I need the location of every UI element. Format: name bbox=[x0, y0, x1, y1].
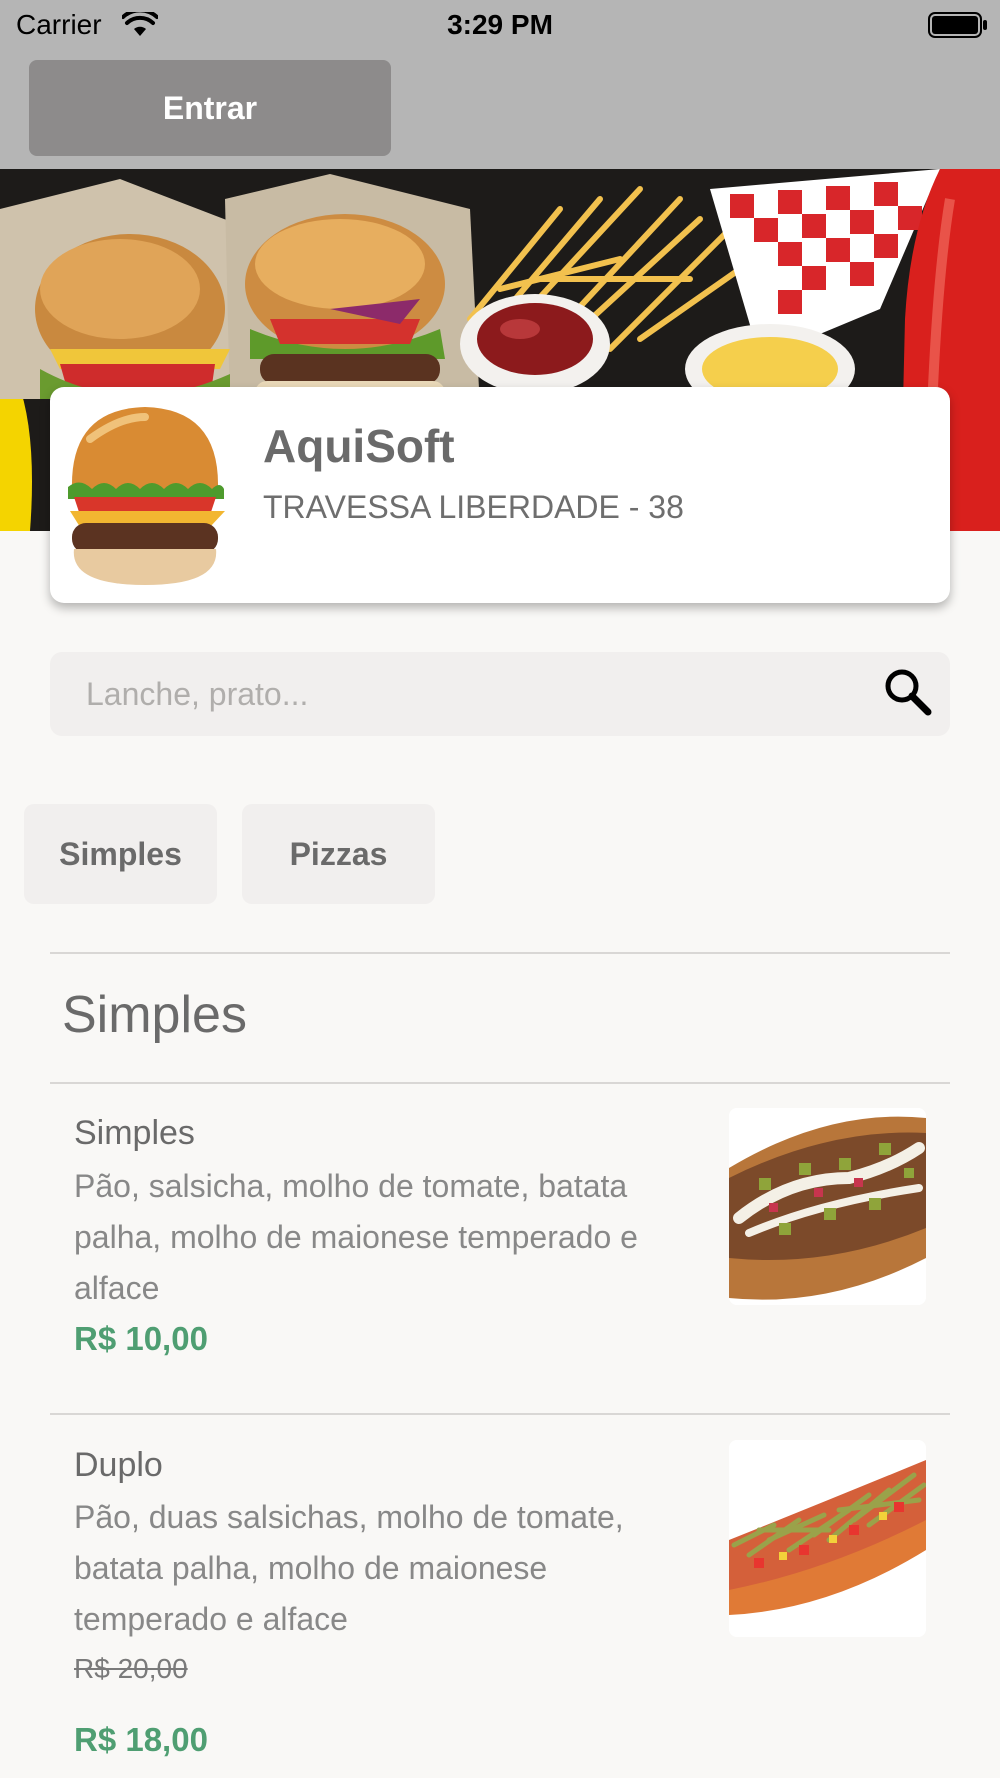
store-address: TRAVESSA LIBERDADE - 38 bbox=[263, 489, 684, 525]
divider bbox=[50, 952, 950, 954]
search-icon[interactable] bbox=[882, 666, 936, 720]
store-logo-burger-image bbox=[68, 407, 225, 585]
product-name: Simples bbox=[74, 1114, 195, 1152]
status-time: 3:29 PM bbox=[447, 9, 553, 40]
category-tab-pizzas[interactable]: Pizzas bbox=[242, 804, 435, 904]
product-old-price: R$ 20,00 bbox=[74, 1653, 188, 1684]
store-name: AquiSoft bbox=[263, 420, 455, 472]
status-bar: Carrier 3:29 PM bbox=[0, 0, 1000, 50]
search-input[interactable] bbox=[86, 652, 846, 736]
product-description: Pão, duas salsichas, molho de tomate, ba… bbox=[74, 1499, 624, 1637]
product-price: R$ 18,00 bbox=[74, 1721, 208, 1758]
section-title: Simples bbox=[62, 986, 247, 1044]
product-image-hotdog bbox=[729, 1108, 926, 1305]
product-name: Duplo bbox=[74, 1446, 163, 1484]
divider bbox=[50, 1413, 950, 1415]
divider bbox=[50, 1082, 950, 1084]
battery-icon bbox=[928, 12, 987, 38]
search-bar bbox=[50, 652, 950, 736]
login-button[interactable]: Entrar bbox=[29, 60, 391, 156]
category-tab-simples[interactable]: Simples bbox=[24, 804, 217, 904]
top-bar: Carrier 3:29 PM Entrar bbox=[0, 0, 1000, 169]
product-image-hotdog bbox=[729, 1440, 926, 1637]
product-description: Pão, salsicha, molho de tomate, batata p… bbox=[74, 1168, 638, 1306]
store-card: AquiSoft TRAVESSA LIBERDADE - 38 bbox=[50, 387, 950, 603]
product-price: R$ 10,00 bbox=[74, 1320, 208, 1357]
